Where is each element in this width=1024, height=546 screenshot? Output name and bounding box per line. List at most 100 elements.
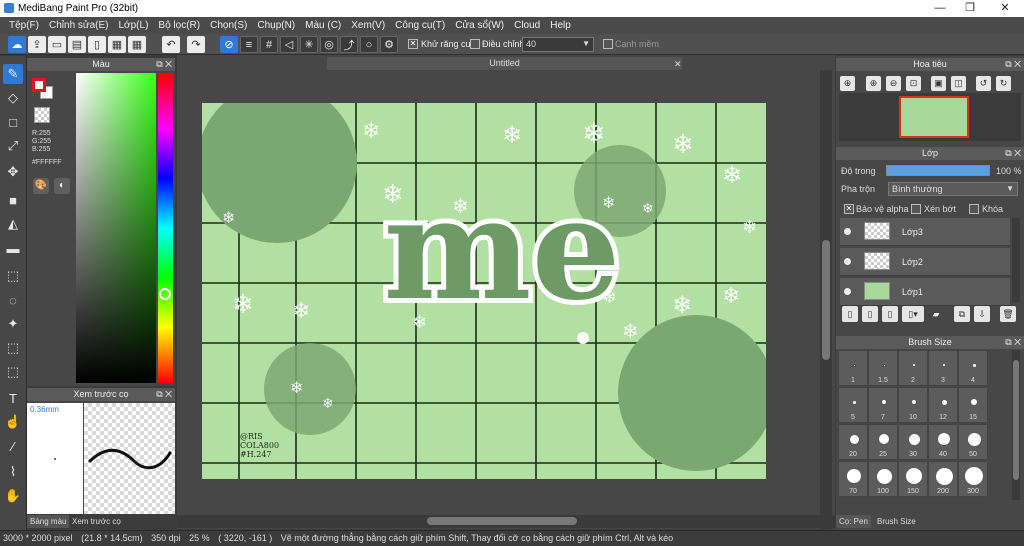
snap-off-icon[interactable]: ⊘ bbox=[220, 36, 238, 53]
menu-tools[interactable]: Công cụ(T) bbox=[390, 17, 450, 34]
brush-size-cell[interactable]: 150 bbox=[898, 461, 928, 497]
menu-color[interactable]: Màu (C) bbox=[300, 17, 346, 34]
select-rect-tool-icon[interactable]: ⬚ bbox=[3, 266, 23, 286]
divide-tool-icon[interactable]: ⁄ bbox=[3, 436, 23, 456]
brush-size-cell[interactable]: 50 bbox=[958, 424, 988, 460]
brush-tool-icon[interactable]: ✎ bbox=[3, 64, 23, 84]
brush-size-cell[interactable]: 300 bbox=[958, 461, 988, 497]
brush-size-cell[interactable]: 5 bbox=[838, 387, 868, 423]
brush-size-cell[interactable]: 40 bbox=[928, 424, 958, 460]
gradient-tool-icon[interactable]: ▬ bbox=[3, 238, 23, 258]
brush-size-cell[interactable]: 12 bbox=[928, 387, 958, 423]
close-button[interactable]: ✕ bbox=[990, 1, 1020, 15]
navigator-preview[interactable] bbox=[839, 93, 1021, 141]
menu-snap[interactable]: Chụp(N) bbox=[252, 17, 300, 34]
saturation-value-picker[interactable] bbox=[76, 73, 156, 383]
document-close-icon[interactable]: ✕ bbox=[674, 59, 682, 70]
fit-window-icon[interactable]: ▣ bbox=[931, 76, 946, 91]
panel-float-close-icon[interactable]: ⧉ ✕ bbox=[156, 388, 172, 401]
visibility-icon[interactable] bbox=[844, 228, 851, 235]
duplicate-layer-icon[interactable]: ⧉ bbox=[954, 306, 970, 322]
snap-radial-icon[interactable]: ✳ bbox=[300, 36, 318, 53]
delete-layer-icon[interactable]: 🗑 bbox=[1000, 306, 1016, 322]
menu-file[interactable]: Tệp(F) bbox=[4, 17, 44, 34]
blend-mode-select[interactable]: Bình thường ▼ bbox=[888, 182, 1018, 196]
operation-tool-icon[interactable]: ☝ bbox=[3, 412, 23, 432]
brush-size-cell[interactable]: 200 bbox=[928, 461, 958, 497]
clipping-checkbox[interactable] bbox=[911, 204, 921, 214]
new-layer-8bit-icon[interactable]: ▯ bbox=[862, 306, 878, 322]
tab-brush-preview[interactable]: Xem trước cọ bbox=[69, 515, 124, 528]
antialias-checkbox[interactable]: ✕ bbox=[408, 39, 418, 49]
brush-size-cell[interactable]: 30 bbox=[898, 424, 928, 460]
layer-row[interactable]: Lớp2 bbox=[840, 248, 1010, 276]
brush-size-cell[interactable]: 15 bbox=[958, 387, 988, 423]
snap-circle-icon[interactable]: ◎ bbox=[320, 36, 338, 53]
menu-help[interactable]: Help bbox=[545, 17, 576, 34]
brush-size-cell[interactable]: 20 bbox=[838, 424, 868, 460]
brush-size-cell[interactable]: 2 bbox=[898, 350, 928, 386]
select-pen-tool-icon[interactable]: ⬚ bbox=[3, 338, 23, 358]
new-layer-icon[interactable]: ▯ bbox=[842, 306, 858, 322]
lock-checkbox[interactable] bbox=[969, 204, 979, 214]
minimize-button[interactable]: — bbox=[925, 1, 955, 15]
menu-edit[interactable]: Chỉnh sửa(E) bbox=[44, 17, 114, 34]
layers-scrollbar[interactable] bbox=[1012, 218, 1020, 302]
brush-size-cell[interactable]: 100 bbox=[868, 461, 898, 497]
brush-size-cell[interactable]: 4 bbox=[958, 350, 988, 386]
fill-rect-tool-icon[interactable]: ■ bbox=[3, 190, 23, 210]
snap-parallel-icon[interactable]: ≡ bbox=[240, 36, 258, 53]
panel-float-close-icon[interactable]: ⧉ ✕ bbox=[1005, 336, 1021, 349]
document-tab[interactable]: Untitled bbox=[327, 57, 682, 70]
magic-wand-tool-icon[interactable]: ✦ bbox=[3, 314, 23, 334]
brush-size-cell[interactable]: 25 bbox=[868, 424, 898, 460]
grid-icon[interactable]: ▦ bbox=[128, 36, 146, 53]
line-tool-icon[interactable]: ⤢ bbox=[3, 136, 23, 156]
zoom-in-icon[interactable]: ⊕ bbox=[866, 76, 881, 91]
rotate-left-icon[interactable]: ↺ bbox=[976, 76, 991, 91]
eyedropper-tool-icon[interactable]: ⌇ bbox=[3, 462, 23, 482]
tab-palette[interactable]: Bảng màu bbox=[27, 515, 70, 528]
panel-float-close-icon[interactable]: ⧉ ✕ bbox=[1005, 58, 1021, 71]
fullscreen-icon[interactable]: ◫ bbox=[951, 76, 966, 91]
actual-size-icon[interactable]: ⊡ bbox=[906, 76, 921, 91]
layer-row[interactable]: Lớp1 bbox=[840, 278, 1010, 306]
canvas[interactable]: ❄❄ ❄❄ ❄ ❄ ❄❄ ❄❄ ❄ ❄ ❄ ❄ ❄❄ ❄❄ ❄❄ me @RIS CO… bbox=[202, 103, 766, 479]
brush-size-cell[interactable]: 70 bbox=[838, 461, 868, 497]
horizontal-scroll-thumb[interactable] bbox=[427, 517, 577, 525]
maximize-button[interactable]: ❐ bbox=[955, 1, 985, 15]
palette-add-icon[interactable]: ◐ bbox=[54, 178, 70, 194]
bucket-tool-icon[interactable]: ◭ bbox=[3, 214, 23, 234]
opacity-slider[interactable] bbox=[886, 165, 990, 176]
share-icon[interactable]: ⇪ bbox=[28, 36, 46, 53]
vertical-scrollbar[interactable] bbox=[820, 70, 832, 529]
brush-size-scrollbar[interactable] bbox=[1012, 350, 1020, 500]
transparent-swatch[interactable] bbox=[34, 107, 50, 123]
brush-size-cell[interactable]: 7 bbox=[868, 387, 898, 423]
tab-brush-pen[interactable]: Cọ: Pen bbox=[836, 515, 871, 528]
snap-perspective-icon[interactable]: ◁ bbox=[280, 36, 298, 53]
brush-size-cell[interactable]: 1.5 bbox=[868, 350, 898, 386]
add-layer-menu-icon[interactable]: ▯▾ bbox=[902, 306, 924, 322]
layer-row[interactable]: Lớp3 bbox=[840, 218, 1010, 246]
pages-icon[interactable]: ▦ bbox=[108, 36, 126, 53]
lasso-tool-icon[interactable]: ◌ bbox=[3, 290, 23, 310]
brush-size-cell[interactable]: 3 bbox=[928, 350, 958, 386]
cloud-icon[interactable]: ☁ bbox=[8, 36, 26, 53]
chat-icon[interactable]: ▤ bbox=[68, 36, 86, 53]
menu-window[interactable]: Cửa sổ(W) bbox=[450, 17, 509, 34]
folder-icon[interactable]: ▰ bbox=[928, 306, 944, 322]
vertical-scroll-thumb[interactable] bbox=[822, 240, 830, 360]
palette-icon[interactable]: 🎨 bbox=[33, 178, 49, 194]
hand-tool-icon[interactable]: ✋ bbox=[3, 486, 23, 506]
move-tool-icon[interactable]: ✥ bbox=[3, 162, 23, 182]
rectangle-tool-icon[interactable]: □ bbox=[3, 112, 23, 132]
soft-edge-checkbox[interactable] bbox=[603, 39, 613, 49]
panel-float-close-icon[interactable]: ⧉ ✕ bbox=[1005, 147, 1021, 160]
undo-icon[interactable]: ↶ bbox=[162, 36, 180, 53]
zoom-out-icon[interactable]: ⊖ bbox=[886, 76, 901, 91]
snap-curve-icon[interactable]: ⤴ bbox=[340, 36, 358, 53]
comment-icon[interactable]: ▭ bbox=[48, 36, 66, 53]
text-tool-icon[interactable]: T bbox=[3, 388, 23, 408]
adjust-checkbox[interactable] bbox=[470, 39, 480, 49]
